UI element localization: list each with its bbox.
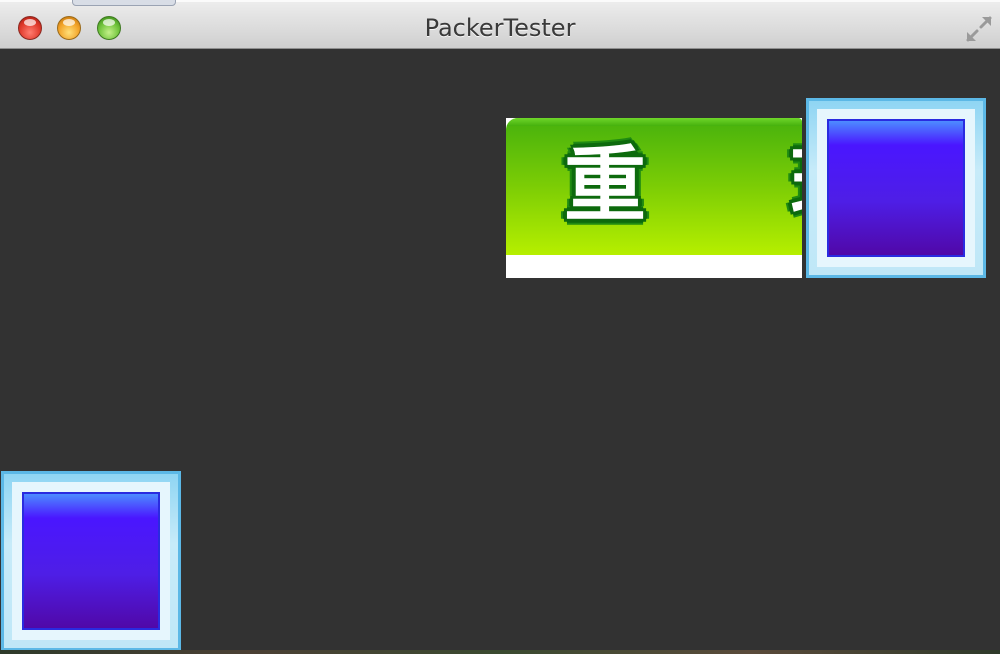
replay-button-background: 重 玩 (506, 118, 802, 255)
replay-button[interactable]: 重 玩 (506, 118, 802, 278)
app-window: PackerTester 重 玩 (0, 0, 1000, 654)
tile-core (827, 119, 965, 257)
title-bar[interactable]: PackerTester (0, 0, 1000, 49)
tile-inner-frame (12, 482, 170, 640)
replay-button-label: 重 玩 (564, 138, 802, 233)
background-window-tab (72, 0, 176, 6)
blue-tile-bottom-left[interactable] (1, 471, 181, 651)
tile-inner-frame (817, 109, 975, 267)
desktop-background-strip (0, 650, 1000, 654)
blue-tile-top-right[interactable] (806, 98, 986, 278)
window-title: PackerTester (424, 14, 576, 42)
fullscreen-icon[interactable] (964, 14, 994, 44)
tile-core (22, 492, 160, 630)
